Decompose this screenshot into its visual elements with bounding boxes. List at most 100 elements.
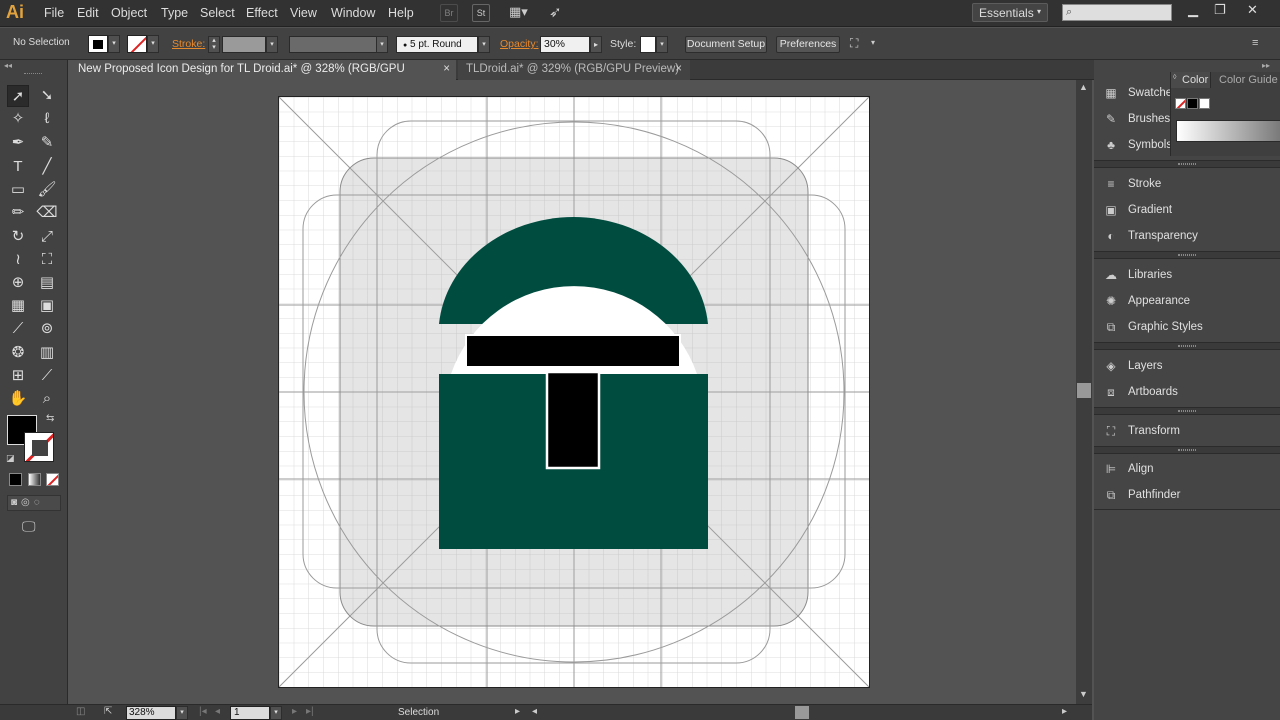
tab-tldroid[interactable]: TLDroid.ai* @ 329% (RGB/GPU Preview) × bbox=[458, 60, 690, 80]
restore-icon[interactable]: ❐ bbox=[1214, 2, 1226, 18]
screen-mode-icon[interactable]: 🖵 bbox=[22, 518, 36, 535]
next-artboard-icon[interactable]: ▸ bbox=[292, 706, 297, 717]
stroke-swatch[interactable] bbox=[127, 35, 147, 53]
scroll-down-icon[interactable]: ▼ bbox=[1079, 689, 1088, 699]
group-grip[interactable] bbox=[1178, 345, 1196, 347]
panel-layers[interactable]: ◈ Layers bbox=[1094, 353, 1280, 379]
group-grip[interactable] bbox=[1178, 410, 1196, 412]
free-transform-tool-icon[interactable]: ⛶ bbox=[36, 249, 58, 271]
blend-tool-icon[interactable]: ⊚ bbox=[36, 318, 58, 340]
rectangle-tool-icon[interactable]: ▭ bbox=[7, 179, 29, 201]
draw-mode-icon[interactable]: ◙◎◌ bbox=[7, 495, 61, 511]
panel-artboards[interactable]: ⧈ Artboards bbox=[1094, 379, 1280, 405]
menu-effect[interactable]: Effect bbox=[246, 6, 278, 20]
variable-width-profile[interactable] bbox=[289, 36, 377, 53]
paintbrush-tool-icon[interactable]: 🖌 bbox=[36, 179, 58, 201]
hand-tool-icon[interactable]: ✋ bbox=[7, 388, 29, 410]
tab-color-guide[interactable]: Color Guide bbox=[1212, 72, 1280, 88]
white-swatch[interactable] bbox=[1199, 98, 1210, 109]
search-input[interactable]: ⌕ bbox=[1062, 4, 1172, 21]
panel-stroke[interactable]: ≡ Stroke bbox=[1094, 171, 1280, 197]
shape-builder-tool-icon[interactable]: ⊕ bbox=[7, 272, 29, 294]
panel-gradient[interactable]: ▣ Gradient bbox=[1094, 197, 1280, 223]
stroke-color-box[interactable] bbox=[24, 432, 54, 462]
workspace-switcher[interactable]: Essentials ▾ bbox=[972, 3, 1048, 22]
symbol-sprayer-tool-icon[interactable]: ❂ bbox=[7, 342, 29, 364]
gradient-mode-icon[interactable] bbox=[28, 473, 41, 486]
none-mode-icon[interactable] bbox=[46, 473, 59, 486]
export-icon[interactable]: ⇱ bbox=[104, 706, 112, 717]
stroke-dropdown[interactable]: ▾ bbox=[147, 35, 159, 53]
menu-type[interactable]: Type bbox=[161, 6, 188, 20]
menu-edit[interactable]: Edit bbox=[77, 6, 99, 20]
panel-graphic-styles[interactable]: ⧉ Graphic Styles bbox=[1094, 314, 1280, 340]
menu-object[interactable]: Object bbox=[111, 6, 147, 20]
lasso-tool-icon[interactable]: ℓ bbox=[36, 108, 58, 130]
horizontal-scroll-thumb[interactable] bbox=[795, 706, 809, 719]
direct-selection-tool-icon[interactable]: ➘ bbox=[36, 85, 58, 107]
type-tool-icon[interactable]: T bbox=[7, 156, 29, 178]
first-artboard-icon[interactable]: |◂ bbox=[199, 706, 207, 717]
zoom-dropdown[interactable]: ▾ bbox=[176, 706, 188, 720]
group-grip[interactable] bbox=[1178, 254, 1196, 256]
curvature-tool-icon[interactable]: ✎ bbox=[36, 132, 58, 154]
status-toggle-icon[interactable]: ◫ bbox=[76, 706, 85, 717]
artboard-tool-icon[interactable]: ⊞ bbox=[7, 365, 29, 387]
graphic-style-swatch[interactable] bbox=[640, 36, 656, 53]
gpu-performance-icon[interactable]: ➶ bbox=[549, 3, 562, 21]
panel-transparency[interactable]: ◐ Transparency bbox=[1094, 223, 1280, 249]
opacity-label[interactable]: Opacity: bbox=[500, 38, 539, 50]
stroke-weight-dropdown[interactable]: ▾ bbox=[266, 36, 278, 53]
default-colors-icon[interactable]: ◪ bbox=[6, 453, 15, 464]
document-setup-button[interactable]: Document Setup bbox=[685, 36, 767, 53]
status-menu-icon[interactable]: ▸ bbox=[515, 706, 520, 717]
pencil-tool-icon[interactable]: ✏ bbox=[7, 202, 29, 224]
vertical-scroll-thumb[interactable] bbox=[1077, 383, 1091, 398]
zoom-tool-icon[interactable]: ⌕ bbox=[36, 388, 58, 410]
bridge-icon[interactable]: Br bbox=[440, 4, 458, 22]
line-tool-icon[interactable]: ╱ bbox=[36, 156, 58, 178]
stroke-weight-stepper[interactable]: ▴ ▾ bbox=[208, 36, 220, 53]
menu-help[interactable]: Help bbox=[388, 6, 414, 20]
menu-window[interactable]: Window bbox=[331, 6, 375, 20]
rotate-tool-icon[interactable]: ↻ bbox=[7, 226, 29, 248]
close-tab-icon[interactable]: × bbox=[675, 60, 682, 79]
stock-icon[interactable]: St bbox=[472, 4, 490, 22]
mesh-tool-icon[interactable]: ▦ bbox=[7, 295, 29, 317]
group-grip[interactable] bbox=[1178, 163, 1196, 165]
close-icon[interactable]: ✕ bbox=[1247, 2, 1258, 18]
column-graph-tool-icon[interactable]: ▥ bbox=[36, 342, 58, 364]
color-spectrum-ramp[interactable] bbox=[1176, 120, 1280, 142]
swap-colors-icon[interactable]: ⇆ bbox=[46, 413, 54, 424]
panel-pathfinder[interactable]: ⧉ Pathfinder bbox=[1094, 482, 1280, 508]
panel-align[interactable]: ⊫ Align bbox=[1094, 456, 1280, 482]
artboard-dropdown[interactable]: ▾ bbox=[270, 706, 282, 720]
brush-definition[interactable]: ● 5 pt. Round bbox=[396, 36, 478, 53]
scroll-up-icon[interactable]: ▲ bbox=[1079, 82, 1088, 92]
close-tab-icon[interactable]: × bbox=[443, 60, 450, 79]
fill-dropdown[interactable]: ▾ bbox=[108, 35, 120, 53]
group-grip[interactable] bbox=[1178, 449, 1196, 451]
arrange-icon[interactable]: ⛶ bbox=[850, 36, 858, 51]
magic-wand-tool-icon[interactable]: ✧ bbox=[7, 108, 29, 130]
gradient-tool-icon[interactable]: ▣ bbox=[36, 295, 58, 317]
style-dropdown[interactable]: ▾ bbox=[656, 36, 668, 53]
selection-tool-icon[interactable]: ➚ bbox=[7, 85, 29, 107]
artboard-number-field[interactable]: 1 bbox=[230, 706, 270, 720]
slice-tool-icon[interactable]: ⟋ bbox=[36, 365, 58, 387]
color-mode-icon[interactable] bbox=[9, 473, 22, 486]
panel-appearance[interactable]: ✺ Appearance bbox=[1094, 288, 1280, 314]
perspective-grid-tool-icon[interactable]: ▤ bbox=[36, 272, 58, 294]
brush-dropdown[interactable]: ▾ bbox=[478, 36, 490, 53]
last-artboard-icon[interactable]: ▸| bbox=[306, 706, 314, 717]
preferences-button[interactable]: Preferences bbox=[776, 36, 840, 53]
scale-tool-icon[interactable]: ⤢ bbox=[36, 226, 58, 248]
pen-tool-icon[interactable]: ✒ bbox=[7, 132, 29, 154]
opacity-slider-toggle[interactable]: ▸ bbox=[590, 36, 602, 53]
vertical-scrollbar[interactable]: ▲ ▼ bbox=[1076, 80, 1092, 704]
panel-transform[interactable]: ⛶ Transform bbox=[1094, 418, 1280, 444]
eyedropper-tool-icon[interactable]: ⟋ bbox=[7, 318, 29, 340]
menu-file[interactable]: File bbox=[44, 6, 64, 20]
tab-new-proposed-icon[interactable]: New Proposed Icon Design for TL Droid.ai… bbox=[70, 60, 456, 94]
fill-swatch[interactable] bbox=[88, 35, 108, 53]
